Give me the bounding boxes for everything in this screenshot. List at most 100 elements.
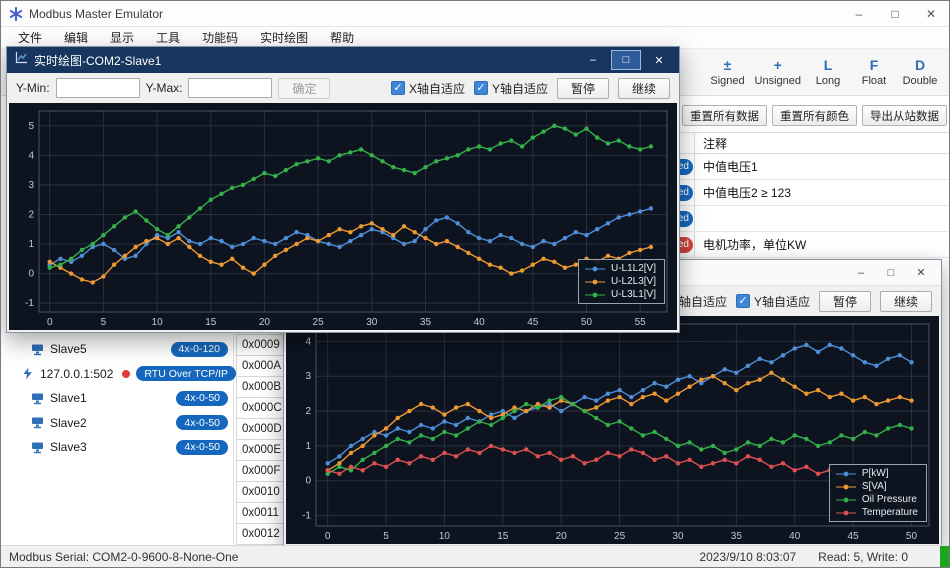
svg-text:1: 1 bbox=[28, 239, 34, 250]
toolbar-unsigned-button[interactable]: +Unsigned bbox=[755, 58, 801, 87]
svg-text:3: 3 bbox=[305, 371, 311, 382]
confirm-button[interactable]: 确定 bbox=[278, 78, 330, 99]
svg-text:25: 25 bbox=[313, 317, 325, 328]
sidebar-item-slave3[interactable]: Slave34x-0-50 bbox=[1, 435, 233, 460]
continue-button[interactable]: 继续 bbox=[618, 78, 670, 99]
svg-text:5: 5 bbox=[101, 317, 107, 328]
sidebar-item-127-0-0-1-502[interactable]: 127.0.0.1:502RTU Over TCP/IP bbox=[1, 362, 233, 387]
address-cell-0x0010[interactable]: 0x0010 bbox=[236, 482, 287, 503]
y-max-input[interactable] bbox=[188, 78, 272, 98]
toolbar-float-button[interactable]: FFloat bbox=[855, 58, 893, 87]
address-cell-0x000D[interactable]: 0x000D bbox=[236, 419, 287, 440]
y-autoscale-checkbox[interactable] bbox=[474, 81, 488, 95]
register-range-badge: 4x-0-50 bbox=[176, 440, 228, 455]
long-icon: L bbox=[824, 58, 833, 73]
plot-window-com2-slave1: 实时绘图-COM2-Slave1 – □ ✕ Y-Min: Y-Max: 确定 … bbox=[6, 46, 680, 333]
legend-item: U-L1L2[V] bbox=[585, 263, 656, 274]
close-icon[interactable]: ✕ bbox=[906, 263, 936, 283]
modbus-master-emulator-window: Modbus Master Emulator – □ ✕ 文件编辑显示工具功能码… bbox=[0, 0, 950, 568]
sidebar-item-slave5[interactable]: Slave54x-0-120 bbox=[1, 337, 233, 362]
sidebar-item-slave2[interactable]: Slave24x-0-50 bbox=[1, 411, 233, 436]
sidebar-item-slave1[interactable]: Slave14x-0-50 bbox=[1, 386, 233, 411]
address-cell-0x000C[interactable]: 0x000C bbox=[236, 398, 287, 419]
panel-button-row: 重置所有数据重置所有颜色导出从站数据 bbox=[665, 97, 950, 132]
address-cell-0x000E[interactable]: 0x000E bbox=[236, 440, 287, 461]
svg-text:3: 3 bbox=[28, 180, 34, 191]
menu-item-6[interactable]: 实时绘图 bbox=[249, 29, 319, 46]
address-cell-0x0012[interactable]: 0x0012 bbox=[236, 524, 287, 545]
address-cell-0x0011[interactable]: 0x0011 bbox=[236, 503, 287, 524]
y-max-label: Y-Max: bbox=[146, 81, 183, 95]
minimize-icon[interactable]: – bbox=[578, 50, 608, 70]
menu-item-5[interactable]: 功能码 bbox=[191, 29, 249, 46]
toolbar-double-button[interactable]: DDouble bbox=[901, 58, 939, 87]
menu-item-7[interactable]: 帮助 bbox=[319, 29, 365, 46]
svg-text:20: 20 bbox=[556, 531, 568, 542]
svg-text:50: 50 bbox=[906, 531, 918, 542]
svg-text:15: 15 bbox=[205, 317, 217, 328]
table-row[interactable]: ed bbox=[665, 206, 950, 232]
address-cell-0x000B[interactable]: 0x000B bbox=[236, 377, 287, 398]
slave-icon bbox=[31, 441, 44, 454]
y-min-input[interactable] bbox=[56, 78, 140, 98]
y-autoscale-checkbox[interactable] bbox=[736, 294, 750, 308]
svg-text:0: 0 bbox=[47, 317, 53, 328]
legend-marker-icon bbox=[585, 265, 605, 273]
legend-marker-icon bbox=[836, 509, 856, 517]
chart-legend: P[kW]S[VA]Oil PressureTemperature bbox=[829, 464, 927, 522]
table-row[interactable]: ed中值电压1 bbox=[665, 154, 950, 180]
register-range-badge: 4x-0-120 bbox=[171, 342, 228, 357]
minimize-icon[interactable]: – bbox=[841, 1, 877, 26]
legend-series-label: U-L1L2[V] bbox=[611, 263, 656, 274]
toolbar-signed-button[interactable]: ±Signed bbox=[709, 58, 747, 87]
plot1-toolbar: Y-Min: Y-Max: 确定 X轴自适应 Y轴自适应 暂停 继续 bbox=[7, 73, 679, 103]
pause-button[interactable]: 暂停 bbox=[819, 291, 871, 312]
menu-item-3[interactable]: 显示 bbox=[99, 29, 145, 46]
menu-item-2[interactable]: 编辑 bbox=[53, 29, 99, 46]
address-cell-0x000F[interactable]: 0x000F bbox=[236, 461, 287, 482]
app-titlebar[interactable]: Modbus Master Emulator – □ ✕ bbox=[1, 1, 949, 27]
menu-item-1[interactable]: 文件 bbox=[7, 29, 53, 46]
app-title: Modbus Master Emulator bbox=[29, 7, 163, 21]
app-logo-icon bbox=[9, 7, 23, 21]
toolbar-item-label: Double bbox=[903, 75, 938, 87]
table-row[interactable]: ed电机功率，单位KW bbox=[665, 232, 950, 258]
minimize-icon[interactable]: – bbox=[846, 263, 876, 283]
table-row[interactable]: ed中值电压2 ≥ 123 bbox=[665, 180, 950, 206]
menu-item-4[interactable]: 工具 bbox=[145, 29, 191, 46]
reset-all-colors-button[interactable]: 重置所有颜色 bbox=[772, 105, 857, 126]
close-icon[interactable]: ✕ bbox=[913, 1, 949, 26]
export-slave-data-button[interactable]: 导出从站数据 bbox=[862, 105, 947, 126]
plot-window-title: 实时绘图-COM2-Slave1 bbox=[34, 52, 161, 69]
svg-text:5: 5 bbox=[28, 121, 34, 132]
x-autoscale-checkbox[interactable] bbox=[391, 81, 405, 95]
svg-text:5: 5 bbox=[383, 531, 389, 542]
close-icon[interactable]: ✕ bbox=[644, 50, 674, 70]
reset-all-data-button[interactable]: 重置所有数据 bbox=[682, 105, 767, 126]
svg-text:0: 0 bbox=[28, 269, 34, 280]
status-bar: Modbus Serial: COM2-0-9600-8-None-One 20… bbox=[1, 545, 949, 567]
address-cell-0x0009[interactable]: 0x0009 bbox=[236, 334, 287, 356]
address-cell-0x000A[interactable]: 0x000A bbox=[236, 356, 287, 377]
continue-button[interactable]: 继续 bbox=[880, 291, 932, 312]
toolbar-long-button[interactable]: LLong bbox=[809, 58, 847, 87]
plot1-titlebar[interactable]: 实时绘图-COM2-Slave1 – □ ✕ bbox=[7, 47, 679, 73]
plot1-y-autoscale: Y轴自适应 bbox=[474, 80, 548, 97]
svg-text:40: 40 bbox=[789, 531, 801, 542]
plot1-x-autoscale: X轴自适应 bbox=[391, 80, 465, 97]
float-icon: F bbox=[870, 58, 879, 73]
legend-series-label: Oil Pressure bbox=[862, 494, 917, 505]
maximize-icon[interactable]: □ bbox=[611, 50, 641, 70]
unsigned-icon: + bbox=[774, 58, 782, 73]
svg-text:55: 55 bbox=[635, 317, 647, 328]
table-header-comment: 注释 bbox=[695, 135, 950, 152]
register-address-column: 0x00090x000A0x000B0x000C0x000D0x000E0x00… bbox=[236, 334, 287, 545]
pause-button[interactable]: 暂停 bbox=[557, 78, 609, 99]
slave-icon bbox=[31, 416, 44, 429]
maximize-icon[interactable]: □ bbox=[876, 263, 906, 283]
legend-series-label: Temperature bbox=[862, 507, 918, 518]
maximize-icon[interactable]: □ bbox=[877, 1, 913, 26]
svg-text:-1: -1 bbox=[25, 298, 34, 309]
svg-text:2: 2 bbox=[28, 209, 34, 220]
sidebar-item-label: Slave2 bbox=[50, 416, 87, 430]
